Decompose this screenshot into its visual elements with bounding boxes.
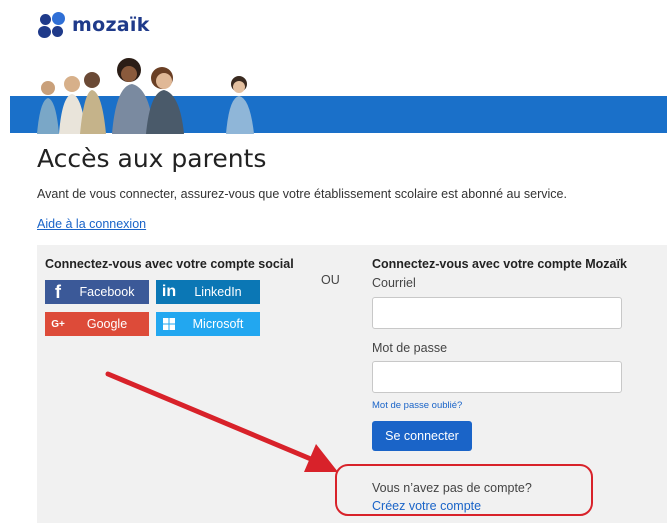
facebook-button[interactable]: f Facebook (45, 280, 149, 304)
mozaik-login-heading: Connectez-vous avec votre compte Mozaïk (372, 257, 627, 271)
facebook-label: Facebook (79, 285, 135, 299)
facebook-icon: f (55, 281, 61, 302)
password-label: Mot de passe (372, 341, 448, 355)
linkedin-button[interactable]: in LinkedIn (156, 280, 260, 304)
email-field[interactable] (372, 297, 622, 329)
no-account-text: Vous n’avez pas de compte? (372, 481, 532, 495)
linkedin-label: LinkedIn (194, 285, 242, 299)
google-button[interactable]: G+ Google (45, 312, 149, 336)
google-plus-icon: G+ (51, 318, 65, 330)
family-photo (37, 58, 254, 134)
help-link[interactable]: Aide à la connexion (37, 217, 146, 231)
social-login-heading: Connectez-vous avec votre compte social (45, 257, 294, 271)
microsoft-button[interactable]: Microsoft (156, 312, 260, 336)
email-label: Courriel (372, 276, 416, 290)
login-button[interactable]: Se connecter (372, 421, 472, 451)
brand-name: mozaïk (72, 14, 150, 36)
intro-text: Avant de vous connecter, assurez-vous qu… (37, 187, 567, 201)
or-separator: OU (321, 273, 340, 287)
mozaik-logo-icon (38, 12, 66, 38)
google-label: Google (86, 317, 128, 331)
page-title: Accès aux parents (37, 144, 267, 173)
forgot-password-link[interactable]: Mot de passe oublié? (372, 400, 462, 411)
microsoft-label: Microsoft (192, 317, 244, 331)
password-field[interactable] (372, 361, 622, 393)
mozaik-logo: mozaïk (38, 12, 150, 38)
create-account-link[interactable]: Créez votre compte (372, 499, 481, 513)
annotation-arrow (105, 371, 338, 472)
linkedin-icon: in (161, 283, 177, 300)
windows-icon (156, 312, 182, 336)
